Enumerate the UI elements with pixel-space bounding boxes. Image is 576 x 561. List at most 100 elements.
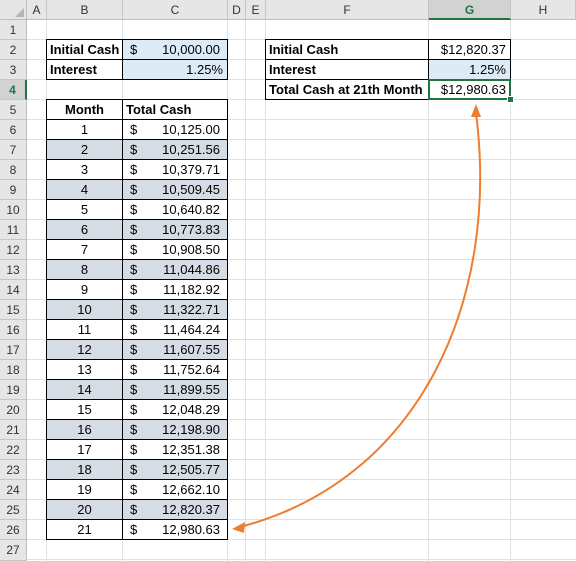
table-row-total[interactable]: $12,351.38 (122, 439, 228, 460)
table-row-total[interactable]: $10,379.71 (122, 159, 228, 180)
select-all-icon (15, 8, 24, 17)
column-header-h[interactable]: H (511, 0, 576, 20)
table-row-month[interactable]: 17 (46, 439, 123, 460)
table-row-total[interactable]: $12,048.29 (122, 399, 228, 420)
table-row-month[interactable]: 18 (46, 459, 123, 480)
total-cash-value: 11,182.92 (163, 282, 220, 297)
initial-cash-value-cell[interactable]: $10,000.00 (122, 39, 228, 60)
summary-initial-cash-label[interactable]: Initial Cash (265, 39, 429, 60)
table-row-month[interactable]: 8 (46, 259, 123, 280)
table-row-total[interactable]: $11,182.92 (122, 279, 228, 300)
table-row-total[interactable]: $11,044.86 (122, 259, 228, 280)
total-cash-value: 11,752.64 (163, 362, 220, 377)
row-header-25[interactable]: 25 (0, 500, 27, 520)
row-header-18[interactable]: 18 (0, 360, 27, 380)
table-row-month[interactable]: 3 (46, 159, 123, 180)
row-header-14[interactable]: 14 (0, 280, 27, 300)
row-header-4[interactable]: 4 (0, 80, 27, 100)
table-row-month[interactable]: 16 (46, 419, 123, 440)
table-row-total[interactable]: $12,505.77 (122, 459, 228, 480)
table-row-total[interactable]: $11,752.64 (122, 359, 228, 380)
column-header-a[interactable]: A (27, 0, 47, 20)
row-header-24[interactable]: 24 (0, 480, 27, 500)
select-all-corner[interactable] (0, 0, 27, 20)
table-row-total[interactable]: $11,607.55 (122, 339, 228, 360)
total-cash-value: 10,640.82 (162, 202, 220, 217)
table-row-month[interactable]: 10 (46, 299, 123, 320)
interest-label[interactable]: Interest (46, 59, 123, 80)
total-cash-header[interactable]: Total Cash (122, 99, 228, 120)
column-header-g[interactable]: G (429, 0, 511, 20)
summary-interest-label[interactable]: Interest (265, 59, 429, 80)
active-cell-selection[interactable] (428, 79, 511, 100)
row-header-13[interactable]: 13 (0, 260, 27, 280)
currency-symbol: $ (130, 462, 138, 477)
table-row-total[interactable]: $10,908.50 (122, 239, 228, 260)
table-row-total[interactable]: $12,198.90 (122, 419, 228, 440)
row-header-20[interactable]: 20 (0, 400, 27, 420)
table-row-month[interactable]: 1 (46, 119, 123, 140)
row-header-9[interactable]: 9 (0, 180, 27, 200)
month-header[interactable]: Month (46, 99, 123, 120)
row-header-22[interactable]: 22 (0, 440, 27, 460)
row-header-7[interactable]: 7 (0, 140, 27, 160)
table-row-month[interactable]: 19 (46, 479, 123, 500)
row-header-2[interactable]: 2 (0, 40, 27, 60)
row-header-21[interactable]: 21 (0, 420, 27, 440)
table-row-month[interactable]: 15 (46, 399, 123, 420)
row-header-15[interactable]: 15 (0, 300, 27, 320)
total-cash-value: 11,899.55 (163, 382, 220, 397)
row-header-16[interactable]: 16 (0, 320, 27, 340)
table-row-total[interactable]: $10,509.45 (122, 179, 228, 200)
interest-value-cell[interactable]: 1.25% (122, 59, 228, 80)
row-header-17[interactable]: 17 (0, 340, 27, 360)
table-row-month[interactable]: 2 (46, 139, 123, 160)
table-row-month[interactable]: 13 (46, 359, 123, 380)
summary-initial-cash-value[interactable]: $12,820.37 (428, 39, 511, 60)
table-row-month[interactable]: 5 (46, 199, 123, 220)
table-row-month[interactable]: 11 (46, 319, 123, 340)
row-header-6[interactable]: 6 (0, 120, 27, 140)
row-header-19[interactable]: 19 (0, 380, 27, 400)
row-header-11[interactable]: 11 (0, 220, 27, 240)
column-header-f[interactable]: F (266, 0, 429, 20)
column-header-e[interactable]: E (246, 0, 266, 20)
table-row-total[interactable]: $11,899.55 (122, 379, 228, 400)
table-row-month[interactable]: 20 (46, 499, 123, 520)
row-header-8[interactable]: 8 (0, 160, 27, 180)
table-row-total[interactable]: $10,773.83 (122, 219, 228, 240)
table-row-total[interactable]: $11,322.71 (122, 299, 228, 320)
table-row-month[interactable]: 12 (46, 339, 123, 360)
row-header-3[interactable]: 3 (0, 60, 27, 80)
table-row-total[interactable]: $10,251.56 (122, 139, 228, 160)
table-row-month[interactable]: 21 (46, 519, 123, 540)
table-row-month[interactable]: 6 (46, 219, 123, 240)
total-cash-value: 10,251.56 (162, 142, 220, 157)
table-row-total[interactable]: $12,980.63 (122, 519, 228, 540)
row-header-27[interactable]: 27 (0, 540, 27, 561)
column-header-c[interactable]: C (123, 0, 228, 20)
summary-total-label[interactable]: Total Cash at 21th Month (265, 79, 429, 100)
row-header-1[interactable]: 1 (0, 20, 27, 40)
fill-handle[interactable] (507, 96, 514, 103)
spreadsheet[interactable]: A B C D E F G H 1 2 3 4 5 6 7 8 9 10 11 12 13 14 15 16 17 18 19 20 2… (0, 0, 576, 561)
summary-interest-value[interactable]: 1.25% (428, 59, 511, 80)
currency-symbol: $ (130, 362, 138, 377)
table-row-month[interactable]: 14 (46, 379, 123, 400)
table-row-total[interactable]: $10,640.82 (122, 199, 228, 220)
column-header-b[interactable]: B (47, 0, 123, 20)
table-row-total[interactable]: $12,820.37 (122, 499, 228, 520)
row-header-5[interactable]: 5 (0, 100, 27, 120)
row-header-26[interactable]: 26 (0, 520, 27, 540)
table-row-total[interactable]: $10,125.00 (122, 119, 228, 140)
table-row-month[interactable]: 4 (46, 179, 123, 200)
table-row-month[interactable]: 7 (46, 239, 123, 260)
row-header-10[interactable]: 10 (0, 200, 27, 220)
row-header-23[interactable]: 23 (0, 460, 27, 480)
column-header-d[interactable]: D (228, 0, 246, 20)
table-row-total[interactable]: $11,464.24 (122, 319, 228, 340)
initial-cash-label[interactable]: Initial Cash (46, 39, 123, 60)
row-header-12[interactable]: 12 (0, 240, 27, 260)
table-row-month[interactable]: 9 (46, 279, 123, 300)
table-row-total[interactable]: $12,662.10 (122, 479, 228, 500)
